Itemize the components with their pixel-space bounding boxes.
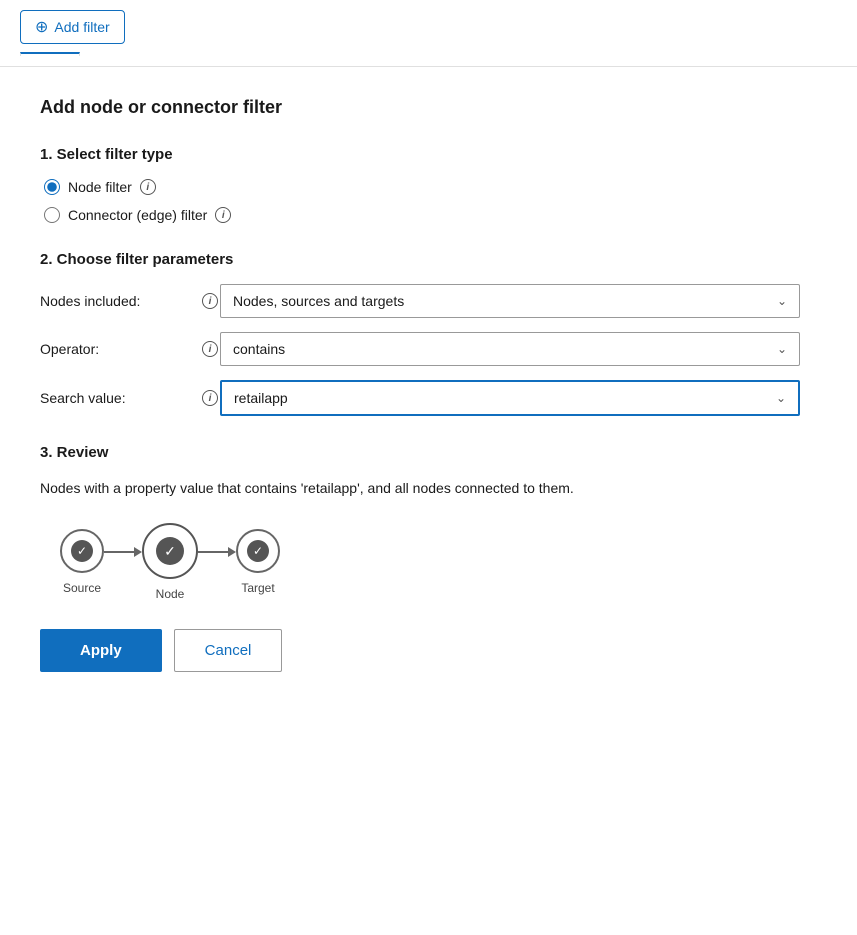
section-step3: 3. Review Nodes with a property value th… (40, 444, 800, 601)
nodes-included-value: Nodes, sources and targets (233, 293, 404, 309)
connector-filter-option[interactable]: Connector (edge) filter i (44, 207, 800, 223)
search-value-select[interactable]: retailapp ⌄ (220, 380, 800, 416)
diagram-node-target: ✓ Target (236, 529, 280, 595)
panel-title: Add node or connector filter (40, 97, 800, 118)
arrow-line-2 (198, 551, 228, 553)
button-row: Apply Cancel (40, 629, 800, 672)
nodes-included-info-icon[interactable]: i (202, 293, 218, 309)
arrow-line-1 (104, 551, 134, 553)
search-value-value: retailapp (234, 390, 288, 406)
node-filter-option[interactable]: Node filter i (44, 179, 800, 195)
search-value-label: Search value: (40, 390, 200, 406)
operator-info: i (200, 341, 220, 357)
nodes-included-select[interactable]: Nodes, sources and targets ⌄ (220, 284, 800, 318)
add-filter-button[interactable]: ⊕ Add filter (20, 10, 125, 44)
connector-filter-info-icon[interactable]: i (215, 207, 231, 223)
node-label: Node (156, 587, 185, 601)
search-value-chevron-icon: ⌄ (776, 391, 786, 405)
node-filter-label: Node filter (68, 179, 132, 195)
node-circle-highlighted: ✓ (142, 523, 198, 579)
top-bar: ⊕ Add filter (0, 0, 857, 67)
nodes-included-chevron-icon: ⌄ (777, 294, 787, 308)
target-check-icon: ✓ (247, 540, 269, 562)
diagram-node-node: ✓ Node (142, 523, 198, 601)
filter-icon: ⊕ (35, 17, 48, 37)
operator-info-icon[interactable]: i (202, 341, 218, 357)
apply-button[interactable]: Apply (40, 629, 162, 672)
operator-label: Operator: (40, 341, 200, 357)
search-value-info-icon[interactable]: i (202, 390, 218, 406)
source-check-icon: ✓ (71, 540, 93, 562)
operator-chevron-icon: ⌄ (777, 342, 787, 356)
tab-indicator (20, 52, 837, 56)
params-table: Nodes included: i Nodes, sources and tar… (40, 284, 800, 416)
operator-select[interactable]: contains ⌄ (220, 332, 800, 366)
diagram-node-source: ✓ Source (60, 529, 104, 595)
arrow-source-to-node (104, 547, 142, 557)
node-check-icon: ✓ (156, 537, 184, 565)
operator-value: contains (233, 341, 285, 357)
section-step1: 1. Select filter type Node filter i Conn… (40, 146, 800, 223)
connector-filter-radio[interactable] (44, 207, 60, 223)
search-value-info: i (200, 390, 220, 406)
source-label: Source (63, 581, 101, 595)
arrow-head-2 (228, 547, 236, 557)
arrow-node-to-target (198, 547, 236, 557)
tab-active-bar (20, 52, 80, 56)
arrow-head-1 (134, 547, 142, 557)
source-circle: ✓ (60, 529, 104, 573)
filter-type-radio-group: Node filter i Connector (edge) filter i (40, 179, 800, 223)
step1-header: 1. Select filter type (40, 146, 800, 163)
node-filter-radio[interactable] (44, 179, 60, 195)
connector-filter-label: Connector (edge) filter (68, 207, 207, 223)
main-panel: Add node or connector filter 1. Select f… (0, 67, 840, 702)
cancel-button[interactable]: Cancel (174, 629, 283, 672)
nodes-included-label: Nodes included: (40, 293, 200, 309)
review-text: Nodes with a property value that contain… (40, 477, 800, 499)
nodes-included-info: i (200, 293, 220, 309)
node-filter-info-icon[interactable]: i (140, 179, 156, 195)
target-label: Target (241, 581, 274, 595)
diagram: ✓ Source ✓ Node (60, 523, 800, 601)
step3-header: 3. Review (40, 444, 800, 461)
add-filter-label: Add filter (54, 19, 109, 35)
step2-header: 2. Choose filter parameters (40, 251, 800, 268)
section-step2: 2. Choose filter parameters Nodes includ… (40, 251, 800, 416)
target-circle: ✓ (236, 529, 280, 573)
